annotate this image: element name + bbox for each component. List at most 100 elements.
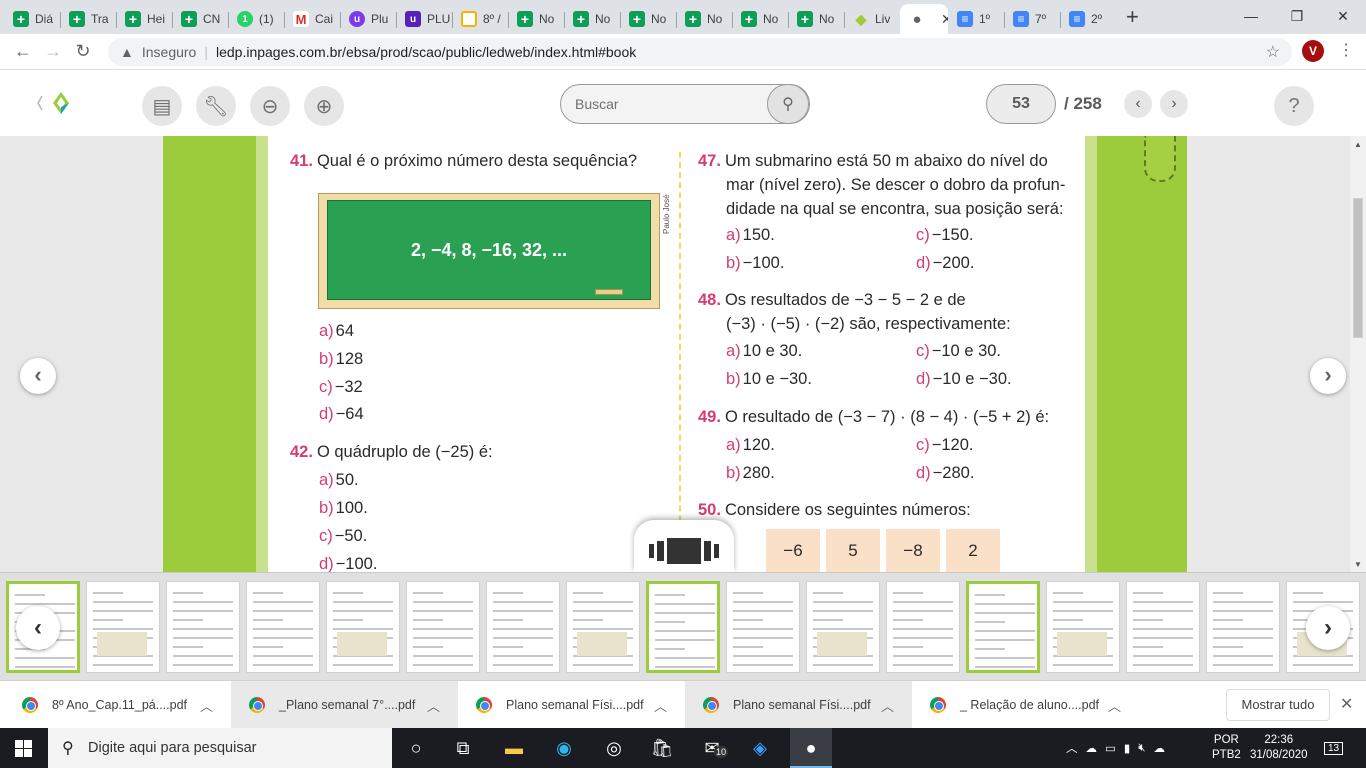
notifications-icon[interactable]: 13 xyxy=(1324,728,1344,768)
close-icon[interactable]: ✕ xyxy=(1320,0,1366,32)
battery-icon[interactable]: ▮ xyxy=(1124,741,1130,755)
browser-tab[interactable]: M Cai xyxy=(284,4,340,34)
browser-tab[interactable]: 8º / xyxy=(452,4,508,34)
pages-icon[interactable]: ▤ xyxy=(142,86,182,126)
browser-tab[interactable]: + No xyxy=(508,4,564,34)
minimize-icon[interactable]: — xyxy=(1228,0,1274,32)
search-input[interactable]: Buscar ⚲ xyxy=(560,84,810,124)
thumbnail-toggle-handle[interactable] xyxy=(634,520,734,572)
browser-tab[interactable]: + Hei xyxy=(116,4,172,34)
chevron-up-icon[interactable]: ︿ xyxy=(881,696,894,715)
browser-tab[interactable]: + No xyxy=(620,4,676,34)
page-thumbnail[interactable] xyxy=(966,581,1040,673)
browser-tab[interactable]: ◆ Liv xyxy=(844,4,900,34)
scroll-down-icon[interactable]: ▼ xyxy=(1354,560,1362,569)
bookmark-star-icon[interactable]: ☆ xyxy=(1266,42,1280,62)
menu-icon[interactable]: ⋮ xyxy=(1338,40,1354,60)
browser-tab[interactable]: + Tra xyxy=(60,4,116,34)
previous-page-arrow[interactable]: ‹ xyxy=(20,358,56,394)
page-thumbnail[interactable] xyxy=(726,581,800,673)
onedrive-icon[interactable]: ☁ xyxy=(1153,741,1165,755)
page-thumbnail[interactable] xyxy=(886,581,960,673)
cloud-warning-icon[interactable]: ☁ xyxy=(1086,741,1098,755)
zoom-in-icon[interactable]: ⊕ xyxy=(304,86,344,126)
page-thumbnail[interactable] xyxy=(246,581,320,673)
browser-tab[interactable]: + No xyxy=(788,4,844,34)
page-thumbnail[interactable] xyxy=(566,581,640,673)
speaker-muted-icon[interactable]: 🔇︎ xyxy=(1138,742,1145,755)
search-icon[interactable]: ⚲ xyxy=(767,84,809,124)
mail-icon[interactable]: ✉ 10 xyxy=(696,734,729,762)
scrollbar-thumb[interactable] xyxy=(1353,198,1363,338)
chevron-up-icon[interactable]: ︿ xyxy=(1108,696,1121,715)
page-thumbnail[interactable] xyxy=(646,581,720,673)
url-field[interactable]: ▲ Inseguro | ledp.inpages.com.br/ebsa/pr… xyxy=(108,38,1292,66)
reload-icon[interactable]: ↻ xyxy=(68,41,98,62)
download-item[interactable]: 8º Ano_Cap.11_pá....pdf ︿ xyxy=(4,681,231,729)
taskbar-search-input[interactable]: ⚲ Digite aqui para pesquisar xyxy=(48,728,392,768)
file-explorer-icon[interactable]: ▬ xyxy=(498,734,530,762)
new-tab-icon[interactable]: + xyxy=(1126,4,1139,30)
forward-icon[interactable]: → xyxy=(38,41,68,62)
browser-tab[interactable]: u Plu xyxy=(340,4,396,34)
page-thumbnail[interactable] xyxy=(166,581,240,673)
browser-tab[interactable]: ● ✕ xyxy=(900,4,948,34)
chevron-up-icon[interactable]: ︿ xyxy=(654,696,667,715)
tray-chevron-icon[interactable]: ︿ xyxy=(1066,740,1078,756)
back-icon[interactable]: ← xyxy=(8,41,38,62)
page-thumbnail[interactable] xyxy=(806,581,880,673)
maximize-icon[interactable]: ❐ xyxy=(1274,0,1320,32)
page-thumbnail[interactable] xyxy=(406,581,480,673)
browser-tab[interactable]: + Diá xyxy=(4,4,60,34)
browser-tab[interactable]: + No xyxy=(676,4,732,34)
browser-tab[interactable]: ≡ 2º xyxy=(1060,4,1116,34)
ledweb-logo-icon[interactable] xyxy=(36,90,76,116)
page-thumbnail[interactable] xyxy=(1126,581,1200,673)
chevron-up-icon[interactable]: ︿ xyxy=(200,696,213,715)
help-button[interactable]: ? xyxy=(1274,86,1314,126)
clock[interactable]: 22:36 31/08/2020 xyxy=(1250,728,1308,768)
obs-icon[interactable]: ◎ xyxy=(598,734,630,762)
windows-start-icon[interactable] xyxy=(15,740,32,757)
download-item[interactable]: Plano semanal Físi....pdf ︿ xyxy=(685,681,912,729)
download-item[interactable]: Plano semanal Físi....pdf ︿ xyxy=(458,681,685,729)
edge-icon[interactable]: ◉ xyxy=(548,734,580,762)
scroll-up-icon[interactable]: ▲ xyxy=(1354,140,1362,149)
browser-tab[interactable]: ≡ 1º xyxy=(948,4,1004,34)
page-thumbnail[interactable] xyxy=(1206,581,1280,673)
next-page-arrow[interactable]: › xyxy=(1310,358,1346,394)
cortana-icon[interactable]: ○ xyxy=(400,734,432,762)
page-scrollbar[interactable]: ▲ ▼ xyxy=(1350,136,1366,572)
previous-page-icon[interactable]: ‹ xyxy=(1124,90,1152,118)
task-view-icon[interactable]: ⧉ xyxy=(447,734,479,762)
browser-app-icon[interactable]: ◈ xyxy=(744,734,776,762)
page-thumbnail[interactable] xyxy=(486,581,560,673)
close-downloads-icon[interactable]: ✕ xyxy=(1340,694,1353,714)
browser-tab[interactable]: 1 (1) xyxy=(228,4,284,34)
zoom-out-icon[interactable]: ⊖ xyxy=(250,86,290,126)
download-item[interactable]: _Plano semanal 7°....pdf ︿ xyxy=(231,681,458,729)
profile-avatar[interactable]: V xyxy=(1302,40,1324,62)
page-number-input[interactable]: 53 xyxy=(986,84,1056,124)
show-all-downloads-button[interactable]: Mostrar tudo xyxy=(1226,689,1330,721)
chevron-up-icon[interactable]: ︿ xyxy=(427,696,440,715)
close-tab-icon[interactable]: ✕ xyxy=(941,11,948,28)
browser-tab[interactable]: u PLU xyxy=(396,4,452,34)
browser-tab[interactable]: + No xyxy=(564,4,620,34)
browser-tab[interactable]: + CN xyxy=(172,4,228,34)
thumbnails-previous-icon[interactable]: ‹ xyxy=(16,606,60,650)
browser-tab[interactable]: + No xyxy=(732,4,788,34)
page-thumbnail[interactable] xyxy=(326,581,400,673)
tools-wrench-icon[interactable]: 🔧︎ xyxy=(196,86,236,126)
page-thumbnail[interactable] xyxy=(1046,581,1120,673)
browser-tab[interactable]: ≡ 7º xyxy=(1004,4,1060,34)
store-icon[interactable]: 🛍︎ xyxy=(646,734,678,762)
page-thumbnail[interactable] xyxy=(86,581,160,673)
next-page-icon[interactable]: › xyxy=(1160,90,1188,118)
thumbnails-next-icon[interactable]: › xyxy=(1306,606,1350,650)
chrome-taskbar-icon[interactable]: ● xyxy=(790,728,832,768)
language-indicator[interactable]: POR PTB2 xyxy=(1212,728,1241,768)
bookmark-icon[interactable] xyxy=(1144,136,1176,182)
download-item[interactable]: _ Relação de aluno....pdf ︿ xyxy=(912,681,1139,729)
network-icon[interactable]: ▭ xyxy=(1105,741,1116,755)
